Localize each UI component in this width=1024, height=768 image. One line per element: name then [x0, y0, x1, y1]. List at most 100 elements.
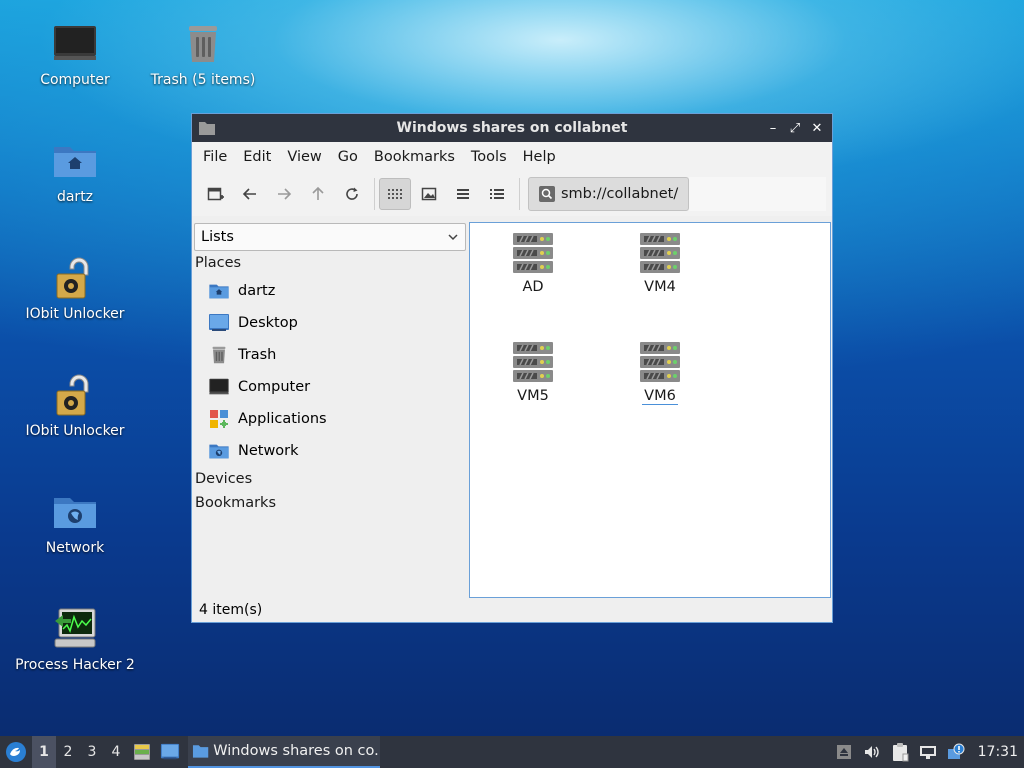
start-menu-button[interactable] — [0, 736, 32, 768]
window-title: Windows shares on collabnet — [396, 120, 628, 136]
location-path: smb://collabnet/ — [561, 186, 679, 202]
maximize-button[interactable]: ⤢ — [786, 119, 804, 137]
arrow-left-icon — [242, 188, 256, 200]
place-item-computer[interactable]: Computer — [194, 371, 466, 403]
side-pane: Lists Places dartz Desktop Trash Compute… — [194, 223, 466, 598]
padlock-icon — [51, 371, 99, 419]
arrow-right-icon — [278, 188, 292, 200]
new-tab-button[interactable] — [200, 178, 232, 210]
new-tab-icon — [207, 187, 224, 201]
tray-volume-button[interactable] — [858, 736, 886, 768]
desktop-icon-iobit-unlocker-1[interactable]: IObit Unlocker — [10, 254, 140, 322]
place-item-label: Applications — [238, 411, 327, 427]
back-button[interactable] — [234, 178, 266, 210]
desktop-icon-process-hacker[interactable]: Process Hacker 2 — [10, 605, 140, 673]
desktop-icon-label: Trash (5 items) — [150, 72, 256, 88]
place-item-applications[interactable]: Applications — [194, 403, 466, 435]
desktop-icon-label: Computer — [40, 72, 110, 88]
toolbar-separator — [519, 178, 520, 210]
place-item-network[interactable]: Network — [194, 435, 466, 467]
list-detail-icon — [490, 189, 504, 199]
place-item-desktop[interactable]: Desktop — [194, 307, 466, 339]
window-titlebar[interactable]: Windows shares on collabnet – ⤢ ✕ — [192, 114, 832, 142]
clock[interactable]: 17:31 — [978, 744, 1018, 760]
place-item-label: Trash — [238, 347, 277, 363]
reload-button[interactable] — [336, 178, 368, 210]
file-item-label: VM5 — [517, 388, 549, 404]
image-icon — [421, 187, 437, 201]
file-item-vm4[interactable]: VM4 — [605, 231, 715, 295]
file-cabinet-icon — [134, 744, 150, 760]
desktop-icon-label: dartz — [56, 189, 94, 205]
server-icon — [511, 340, 555, 384]
desktop-icon — [208, 312, 230, 334]
file-item-vm5[interactable]: VM5 — [478, 340, 588, 404]
reload-icon — [346, 187, 358, 200]
devices-heading[interactable]: Devices — [194, 467, 466, 491]
folder-icon — [199, 122, 215, 135]
window-content: Lists Places dartz Desktop Trash Compute… — [192, 220, 832, 598]
place-item-dartz[interactable]: dartz — [194, 275, 466, 307]
detailed-view-button[interactable] — [481, 178, 513, 210]
thumbnail-view-button[interactable] — [413, 178, 445, 210]
status-bar: 4 item(s) — [192, 598, 832, 622]
eject-icon — [836, 745, 851, 759]
menu-view[interactable]: View — [279, 149, 329, 165]
menu-edit[interactable]: Edit — [235, 149, 279, 165]
forward-button[interactable] — [268, 178, 300, 210]
status-text: 4 item(s) — [199, 602, 263, 618]
compact-view-button[interactable] — [447, 178, 479, 210]
applications-icon — [208, 408, 230, 430]
close-button[interactable]: ✕ — [808, 119, 826, 137]
file-view[interactable]: AD VM4 VM5 VM6 — [469, 222, 831, 598]
network-folder-icon — [208, 440, 230, 462]
menu-help[interactable]: Help — [515, 149, 564, 165]
menu-bookmarks[interactable]: Bookmarks — [366, 149, 463, 165]
desktop-icon-dartz[interactable]: dartz — [10, 137, 140, 205]
workspace-3[interactable]: 3 — [80, 736, 104, 768]
place-item-trash[interactable]: Trash — [194, 339, 466, 371]
file-item-ad[interactable]: AD — [478, 231, 588, 295]
desktop-icon-computer[interactable]: Computer — [10, 20, 140, 88]
launcher-file-manager[interactable] — [128, 736, 156, 768]
tray-eject-button[interactable] — [830, 736, 858, 768]
tray-clipboard-button[interactable] — [886, 736, 914, 768]
desktop-icon-network[interactable]: Network — [10, 488, 140, 556]
tray-network-button[interactable] — [914, 736, 942, 768]
distro-logo-icon — [6, 742, 26, 762]
search-icon — [539, 186, 555, 202]
workspace-4[interactable]: 4 — [104, 736, 128, 768]
desktop-icon-iobit-unlocker-2[interactable]: IObit Unlocker — [10, 371, 140, 439]
minimize-button[interactable]: – — [764, 119, 782, 137]
menu-tools[interactable]: Tools — [463, 149, 515, 165]
icon-view-button[interactable] — [379, 178, 411, 210]
file-item-label: VM6 — [642, 388, 678, 405]
file-item-vm6[interactable]: VM6 — [605, 340, 715, 405]
tray-updates-button[interactable] — [942, 736, 970, 768]
bookmarks-heading[interactable]: Bookmarks — [194, 491, 466, 515]
places-heading[interactable]: Places — [194, 251, 466, 275]
menu-go[interactable]: Go — [330, 149, 366, 165]
side-pane-mode-select[interactable]: Lists — [194, 223, 466, 251]
desktop-icon-trash[interactable]: Trash (5 items) — [138, 20, 268, 88]
monitor-icon — [208, 376, 230, 398]
trash-icon — [208, 344, 230, 366]
workspace-1[interactable]: 1 — [32, 736, 56, 768]
up-button[interactable] — [302, 178, 334, 210]
padlock-icon — [51, 254, 99, 302]
network-icon — [919, 746, 936, 759]
home-folder-icon — [208, 280, 230, 302]
task-button-file-manager[interactable]: Windows shares on co... — [188, 736, 380, 768]
launcher-show-desktop[interactable] — [156, 736, 184, 768]
toolbar-separator — [374, 178, 375, 210]
location-bar[interactable]: smb://collabnet/ — [528, 177, 690, 211]
menu-file[interactable]: File — [195, 149, 235, 165]
location-bar-empty[interactable] — [689, 177, 826, 211]
desktop-icon-label: IObit Unlocker — [25, 423, 125, 439]
file-item-label: VM4 — [644, 279, 676, 295]
arrow-up-icon — [312, 186, 324, 200]
workspace-2[interactable]: 2 — [56, 736, 80, 768]
place-item-label: Desktop — [238, 315, 298, 331]
desktop-icon-label: IObit Unlocker — [25, 306, 125, 322]
clipboard-icon — [892, 743, 909, 762]
